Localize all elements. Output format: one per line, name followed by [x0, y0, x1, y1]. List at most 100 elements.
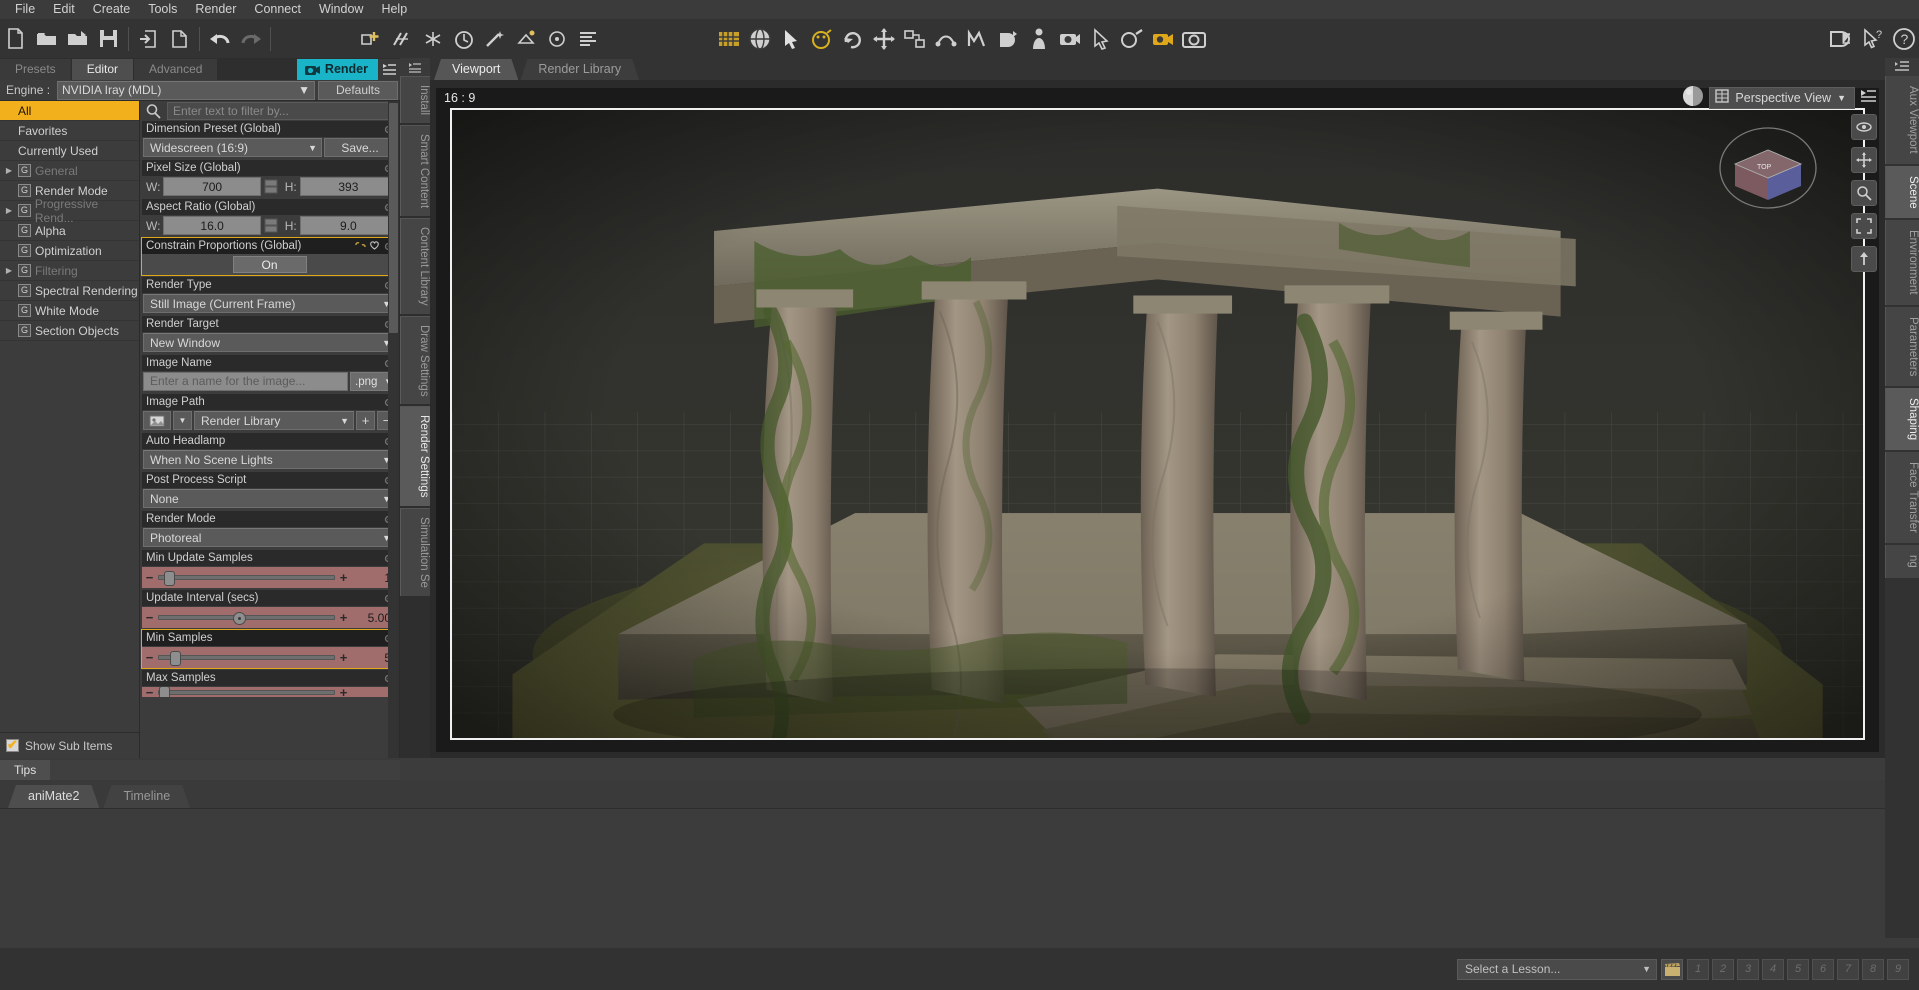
scatter-icon[interactable] — [386, 22, 417, 55]
menu-item-help[interactable]: Help — [372, 0, 416, 19]
animate-timeline-area[interactable] — [0, 808, 1885, 948]
favorite-heart-icon[interactable] — [369, 240, 380, 253]
translate-icon[interactable] — [868, 22, 899, 55]
vtab-content-library[interactable]: Content Library — [400, 218, 430, 314]
tree-item-filtering[interactable]: ▶ G Filtering — [0, 261, 139, 281]
filter-input[interactable]: Enter text to filter by... — [167, 102, 397, 120]
rtab-environment[interactable]: Environment — [1885, 220, 1919, 305]
ik-chain-icon[interactable] — [930, 22, 961, 55]
scrollbar-thumb[interactable] — [389, 103, 398, 333]
height-field[interactable]: 9.0 — [299, 216, 398, 235]
reset-camera-icon[interactable] — [1851, 246, 1877, 272]
menu-item-tools[interactable]: Tools — [139, 0, 186, 19]
render-mode-dropdown[interactable]: Photoreal ▼ — [143, 528, 396, 547]
search-icon[interactable] — [142, 103, 164, 119]
render-type-dropdown[interactable]: Still Image (Current Frame) ▼ — [143, 294, 396, 313]
menu-item-connect[interactable]: Connect — [245, 0, 310, 19]
dforce-icon[interactable] — [992, 22, 1023, 55]
decrement-icon[interactable]: − — [145, 687, 154, 697]
tab-animate2[interactable]: aniMate2 — [8, 785, 99, 808]
show-sub-items-checkbox[interactable] — [6, 737, 19, 753]
dimension-preset-dropdown[interactable]: Widescreen (16:9) ▼ — [143, 138, 322, 157]
brush-icon[interactable] — [1116, 22, 1147, 55]
tree-item-favorites[interactable]: Favorites — [0, 121, 139, 141]
help-pointer-icon[interactable]: ? — [1857, 22, 1888, 55]
panel-menu-icon[interactable] — [400, 58, 430, 76]
image-path-dropdown[interactable]: Render Library ▼ — [194, 411, 354, 430]
link-proportions-icon[interactable] — [263, 178, 279, 195]
show-sub-items-row[interactable]: Show Sub Items — [0, 732, 139, 758]
rtab-scene[interactable]: Scene — [1885, 165, 1919, 219]
slider-handle[interactable] — [159, 687, 170, 697]
timer-icon[interactable] — [448, 22, 479, 55]
link-proportions-icon[interactable] — [263, 217, 279, 234]
height-field[interactable]: 393 — [299, 177, 398, 196]
vtab-draw-settings[interactable]: Draw Settings — [400, 315, 430, 405]
render-target-dropdown[interactable]: New Window ▼ — [143, 333, 396, 352]
node-transform-icon[interactable] — [899, 22, 930, 55]
tab-presets[interactable]: Presets — [0, 59, 71, 80]
lesson-step-button-3[interactable]: 3 — [1737, 958, 1759, 980]
select-pointer-icon[interactable] — [1085, 22, 1116, 55]
slider-track[interactable] — [158, 651, 335, 666]
increment-icon[interactable]: + — [339, 610, 348, 625]
tab-tips[interactable]: Tips — [0, 760, 51, 780]
view-selector-dropdown[interactable]: Perspective View ▼ — [1709, 86, 1855, 109]
lesson-step-button-2[interactable]: 2 — [1712, 958, 1734, 980]
render-button[interactable]: Render — [296, 59, 378, 80]
decrement-icon[interactable]: − — [145, 570, 154, 585]
save-as-folder-icon[interactable] — [62, 22, 93, 55]
menu-item-edit[interactable]: Edit — [44, 0, 84, 19]
zoom-camera-icon[interactable] — [1851, 180, 1877, 206]
slider-track[interactable] — [158, 612, 335, 625]
target-icon[interactable] — [541, 22, 572, 55]
tab-advanced[interactable]: Advanced — [134, 59, 218, 80]
lesson-step-button-4[interactable]: 4 — [1762, 958, 1784, 980]
menu-item-create[interactable]: Create — [84, 0, 140, 19]
slider-handle[interactable] — [169, 651, 181, 666]
browse-image-icon[interactable] — [143, 411, 171, 430]
daz-studio-logo[interactable] — [1826, 22, 1857, 55]
lesson-step-button-5[interactable]: 5 — [1787, 958, 1809, 980]
undo-icon[interactable] — [204, 22, 235, 55]
decrement-icon[interactable]: − — [145, 610, 154, 625]
add-node-icon[interactable] — [355, 22, 386, 55]
globe-icon[interactable] — [744, 22, 775, 55]
lesson-selector-dropdown[interactable]: Select a Lesson... ▼ — [1457, 958, 1657, 980]
rtab-face-transfer[interactable]: Face Transfer — [1885, 452, 1919, 544]
orbit-camera-icon[interactable] — [1851, 114, 1877, 140]
add-path-button[interactable]: + — [356, 411, 375, 430]
path-menu-arrow-icon[interactable]: ▼ — [173, 411, 192, 430]
spotlight-icon[interactable] — [510, 22, 541, 55]
panel-options-icon[interactable] — [378, 59, 400, 80]
expander-triangle-icon[interactable]: ▶ — [4, 266, 14, 275]
auto-headlamp-dropdown[interactable]: When No Scene Lights ▼ — [143, 450, 396, 469]
rtab-parameters[interactable]: Parameters — [1885, 306, 1919, 387]
camera-icon[interactable] — [1054, 22, 1085, 55]
tree-item-general[interactable]: ▶ G General — [0, 161, 139, 181]
image-name-input[interactable]: Enter a name for the image... — [143, 372, 348, 391]
tree-item-section-objects[interactable]: G Section Objects — [0, 321, 139, 341]
viewport-canvas[interactable]: 16 : 9 TOP — [436, 88, 1879, 752]
tab-viewport[interactable]: Viewport — [434, 59, 518, 80]
tree-item-all[interactable]: All — [0, 101, 139, 121]
lesson-step-button-9[interactable]: 9 — [1887, 958, 1909, 980]
width-field[interactable]: 16.0 — [163, 216, 261, 235]
link-icon[interactable] — [355, 240, 366, 253]
import-icon[interactable] — [133, 22, 164, 55]
open-folder-icon[interactable] — [31, 22, 62, 55]
wand-icon[interactable] — [479, 22, 510, 55]
right-panel-menu-icon[interactable] — [1885, 58, 1919, 76]
tree-item-progressive-rend[interactable]: ▶ G Progressive Rend... — [0, 197, 139, 225]
pan-camera-icon[interactable] — [1851, 147, 1877, 173]
pointer-icon[interactable] — [775, 22, 806, 55]
lesson-step-button-8[interactable]: 8 — [1862, 958, 1884, 980]
vtab-install[interactable]: Install — [400, 76, 430, 124]
update-interval-slider[interactable]: − +5.00 — [142, 607, 397, 628]
grid-texture-icon[interactable] — [713, 22, 744, 55]
max-samples-slider[interactable]: − + — [142, 687, 397, 697]
increment-icon[interactable]: + — [339, 687, 348, 697]
frame-fit-icon[interactable] — [1851, 213, 1877, 239]
menu-item-render[interactable]: Render — [186, 0, 245, 19]
rtab-ng[interactable]: ng — [1885, 545, 1919, 579]
